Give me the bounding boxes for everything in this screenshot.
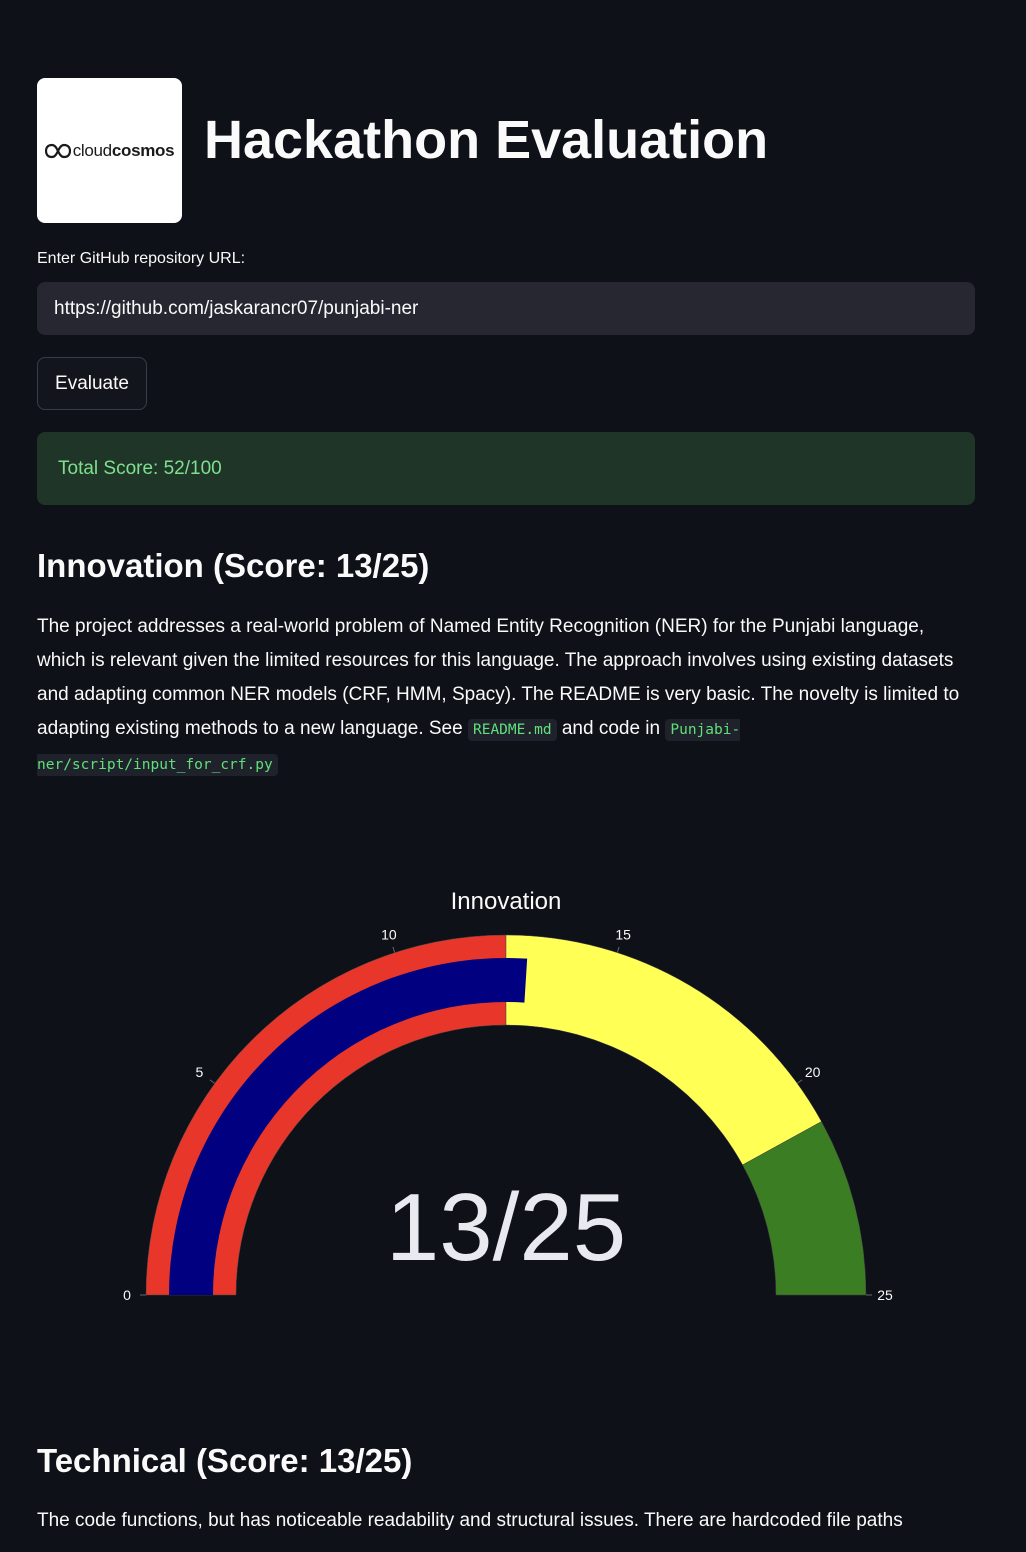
page-title: Hackathon Evaluation (204, 110, 769, 170)
gauge-svg: Innovation 0 5 10 15 20 25 13/25 (123, 888, 893, 1303)
total-score-text: Total Score: 52/100 (58, 457, 222, 479)
total-score-banner: Total Score: 52/100 (37, 432, 975, 505)
innovation-text: The project addresses a real-world probl… (37, 610, 977, 782)
gauge-tick-label: 10 (381, 927, 397, 943)
readme-code: README.md (467, 719, 557, 741)
innovation-heading: Innovation (Score: 13/25) (37, 547, 430, 584)
gauge-tick-mark (392, 946, 396, 953)
technical-text: The code functions, but has noticeable r… (37, 1510, 903, 1531)
gauge-tick-label: 0 (123, 1287, 131, 1303)
cloudcosmos-logo: cloudcosmos (37, 78, 182, 223)
gauge-tick-label: 5 (195, 1064, 203, 1080)
gauge-tick-mark (616, 946, 620, 953)
gauge-title: Innovation (451, 888, 562, 915)
gauge-tick-label: 25 (877, 1287, 893, 1303)
logo-text: cloudcosmos (72, 140, 175, 160)
evaluate-button[interactable]: Evaluate (37, 357, 147, 410)
url-label: Enter GitHub repository URL: (37, 250, 246, 267)
gauge-step-1 (505, 934, 822, 1166)
github-url-input[interactable] (37, 282, 975, 335)
gauge-tick-mark (796, 1079, 803, 1084)
gauge-tick-label: 15 (615, 927, 631, 943)
gauge-tick-mark (209, 1079, 216, 1084)
technical-heading: Technical (Score: 13/25) (37, 1442, 413, 1479)
innovation-gauge-chart: Innovation 0 5 10 15 20 25 13/25 (0, 860, 1026, 1340)
gauge-value: 13/25 (386, 1174, 626, 1281)
infinity-icon (44, 143, 71, 158)
logo-inner: cloudcosmos (44, 140, 175, 161)
gauge-tick-label: 20 (805, 1064, 821, 1080)
